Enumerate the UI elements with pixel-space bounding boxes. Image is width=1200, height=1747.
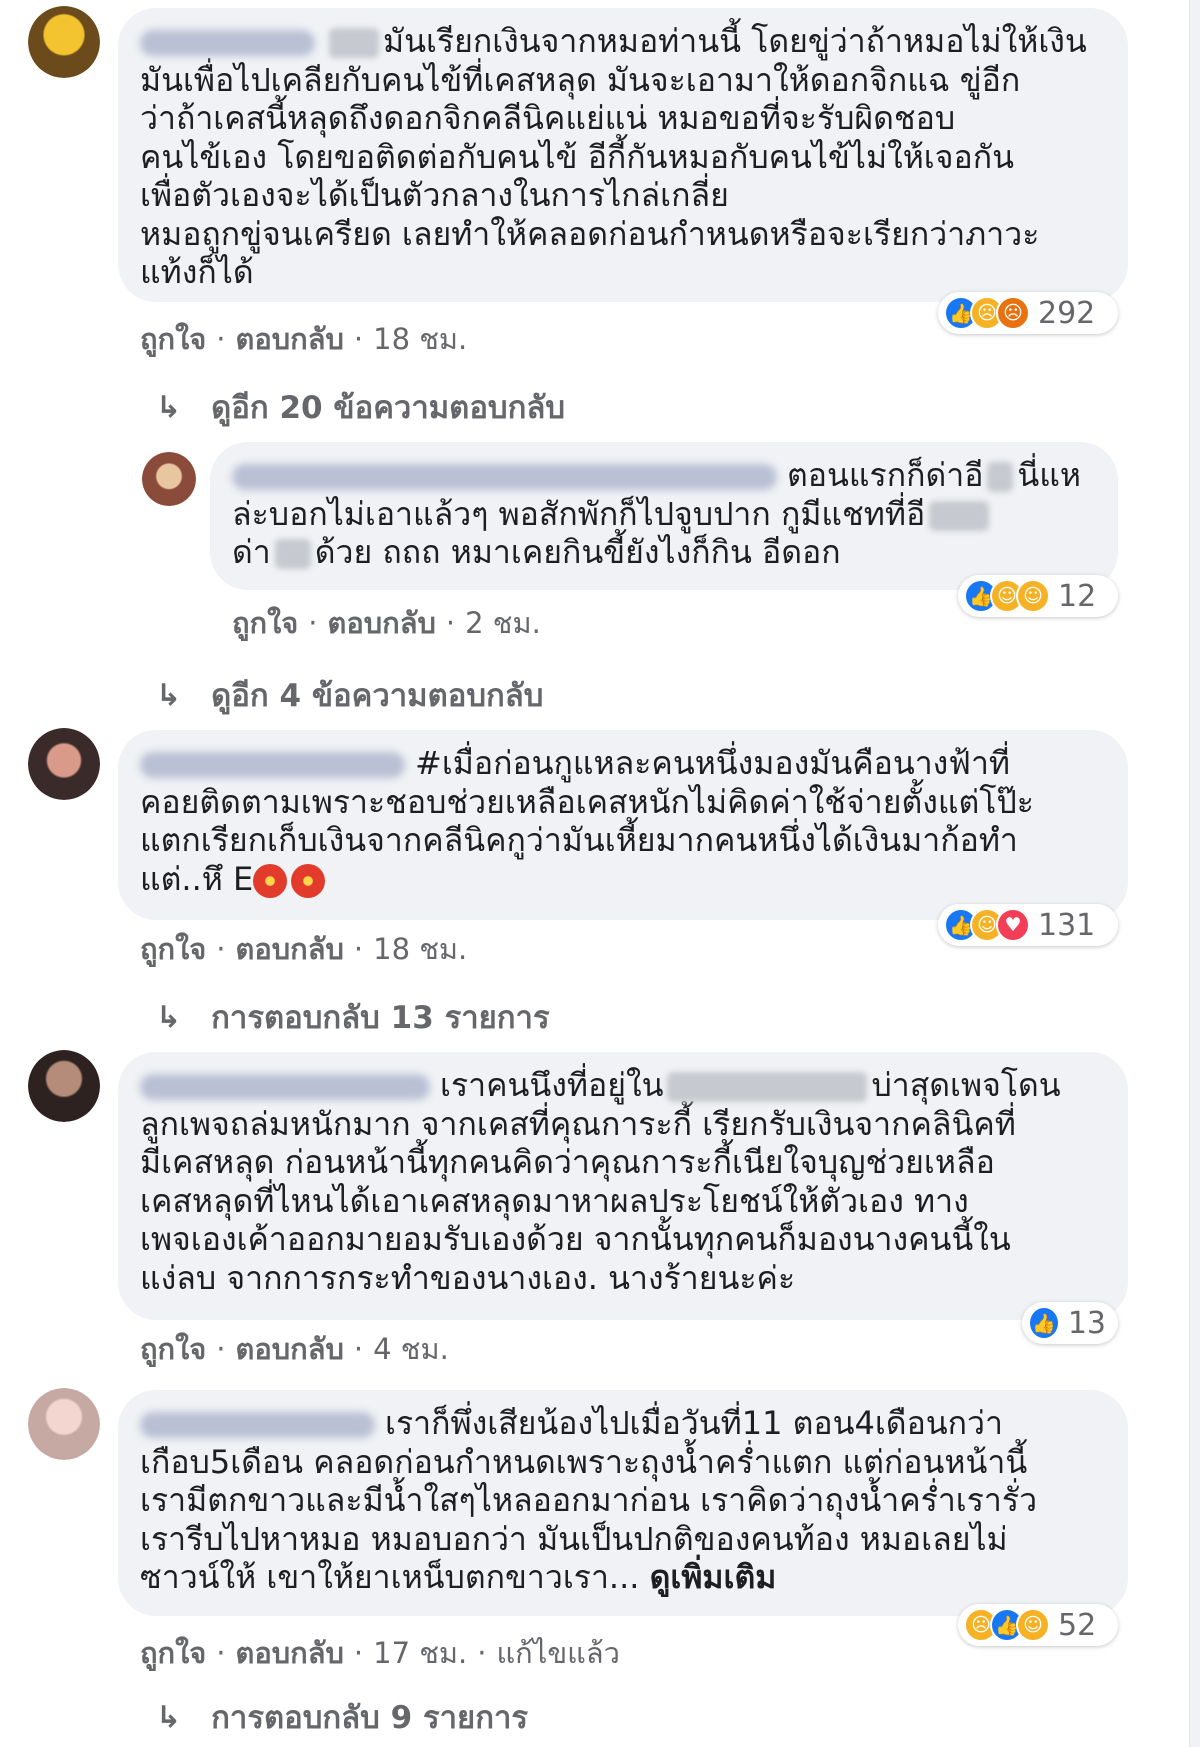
- reaction-summary[interactable]: ☹ 👍 ☺ 52: [958, 1604, 1118, 1646]
- reply-arrow-icon: ↳: [156, 389, 182, 425]
- reaction-summary[interactable]: 👍 13: [1022, 1302, 1118, 1344]
- wow-icon: ☺: [1016, 579, 1050, 613]
- comment-bubble: ตอนแรกก็ด่าอี นี่แห ล่ะบอกไม่เอาแล้วๆ พอส…: [210, 442, 1118, 590]
- like-button[interactable]: ถูกใจ: [140, 926, 206, 972]
- reaction-count: 131: [1038, 907, 1096, 943]
- avatar[interactable]: [28, 1388, 100, 1460]
- comment-text: ตอนแรกก็ด่าอี: [787, 456, 984, 494]
- reaction-count: 52: [1058, 1607, 1097, 1643]
- like-icon: 👍: [1028, 1306, 1060, 1340]
- angry-icon: ☹: [996, 296, 1030, 330]
- separator-dot: ·: [477, 1636, 487, 1670]
- redacted-text: [987, 462, 1014, 492]
- scrollbar-track[interactable]: [1189, 0, 1200, 1747]
- comment-bubble: มันเรียกเงินจากหมอท่านนี้ โดยขู่ว่าถ้าหม…: [118, 8, 1128, 302]
- reaction-count: 13: [1067, 1305, 1106, 1341]
- comment-actions: ถูกใจ · ตอบกลับ · 2 ชม.: [232, 600, 541, 646]
- commenter-name[interactable]: [140, 752, 405, 778]
- reply-button[interactable]: ตอบกลับ: [328, 600, 436, 646]
- comment-time[interactable]: 18 ชม.: [373, 926, 467, 972]
- replies-label: การตอบกลับ 13 รายการ: [211, 1000, 550, 1036]
- view-replies-link[interactable]: ↳ การตอบกลับ 9 รายการ: [156, 1692, 528, 1742]
- comment-text: ด้วย ถถถ หมาเคยกินขี้ยังไงก็กิน อีดอก: [314, 533, 841, 571]
- separator-dot: ·: [216, 932, 226, 966]
- comment-actions: ถูกใจ · ตอบกลับ · 18 ชม.: [140, 926, 467, 972]
- separator-dot: ·: [308, 606, 318, 640]
- hibiscus-icon: [253, 863, 288, 898]
- avatar[interactable]: [28, 1050, 100, 1122]
- reply-button[interactable]: ตอบกลับ: [236, 1630, 344, 1676]
- reaction-count: 292: [1038, 295, 1096, 331]
- view-replies-link[interactable]: ↳ ดูอีก 20 ข้อความตอบกลับ: [156, 382, 565, 432]
- love-icon: ♥: [996, 908, 1030, 942]
- reply-arrow-icon: ↳: [156, 677, 182, 713]
- commenter-name[interactable]: [140, 1074, 430, 1100]
- commenter-name[interactable]: [140, 1412, 375, 1438]
- commenter-name[interactable]: [232, 464, 777, 490]
- comment-text: เราคนนึงที่อยู่ใน: [440, 1066, 664, 1104]
- redacted-text: [329, 28, 379, 58]
- separator-dot: ·: [216, 1636, 226, 1670]
- reply-button[interactable]: ตอบกลับ: [236, 926, 344, 972]
- wow-icon: ☺: [1016, 1608, 1050, 1642]
- view-replies-link[interactable]: ↳ การตอบกลับ 13 รายการ: [156, 992, 550, 1042]
- reply-arrow-icon: ↳: [156, 999, 182, 1035]
- reply-button[interactable]: ตอบกลับ: [236, 316, 344, 362]
- separator-dot: ·: [353, 932, 364, 966]
- like-button[interactable]: ถูกใจ: [232, 600, 298, 646]
- separator-dot: ·: [353, 1332, 364, 1366]
- reaction-summary[interactable]: 👍 ☺ ☺ 12: [958, 575, 1118, 617]
- comment-actions: ถูกใจ · ตอบกลับ · 4 ชม.: [140, 1326, 449, 1372]
- replies-label: ดูอีก 20 ข้อความตอบกลับ: [211, 390, 566, 426]
- reaction-summary[interactable]: 👍 ☺ ♥ 131: [938, 904, 1118, 946]
- avatar[interactable]: [28, 6, 100, 78]
- comment-bubble: #เมื่อก่อนกูแหละคนหนึ่งมองมันคือนางฟ้าที…: [118, 730, 1128, 920]
- hibiscus-icon: [291, 863, 326, 898]
- like-button[interactable]: ถูกใจ: [140, 316, 206, 362]
- separator-dot: ·: [353, 322, 364, 356]
- like-button[interactable]: ถูกใจ: [140, 1630, 206, 1676]
- redacted-text: [274, 539, 311, 569]
- comment-bubble: เราก็พึ่งเสียน้องไปเมื่อวันที่11 ตอน4เดื…: [118, 1390, 1128, 1616]
- edited-label[interactable]: แก้ไขแล้ว: [496, 1630, 619, 1676]
- separator-dot: ·: [445, 606, 456, 640]
- commenter-name[interactable]: [140, 30, 315, 56]
- comment-text: มันเรียกเงินจากหมอท่านนี้ โดยขู่ว่าถ้าหม…: [140, 22, 1087, 291]
- comment-time[interactable]: 2 ชม.: [465, 600, 541, 646]
- comment-bubble: เราคนนึงที่อยู่ใน บ่าสุดเพจโดน ลูกเพจถล่ม…: [118, 1052, 1128, 1320]
- replies-label: ดูอีก 4 ข้อความตอบกลับ: [211, 678, 544, 714]
- redacted-text: [667, 1072, 868, 1102]
- comment-actions: ถูกใจ · ตอบกลับ · 17 ชม. · แก้ไขแล้ว: [140, 1630, 620, 1676]
- avatar[interactable]: [28, 728, 100, 800]
- like-button[interactable]: ถูกใจ: [140, 1326, 206, 1372]
- replies-label: การตอบกลับ 9 รายการ: [211, 1700, 529, 1736]
- comment-time[interactable]: 18 ชม.: [373, 316, 467, 362]
- see-more-link[interactable]: ดูเพิ่มเติม: [650, 1558, 777, 1596]
- separator-dot: ·: [353, 1636, 364, 1670]
- reply-arrow-icon: ↳: [156, 1699, 182, 1735]
- separator-dot: ·: [216, 1332, 226, 1366]
- reaction-count: 12: [1058, 578, 1097, 614]
- reaction-summary[interactable]: 👍 ☹ ☹ 292: [938, 292, 1118, 334]
- separator-dot: ·: [216, 322, 226, 356]
- avatar[interactable]: [142, 452, 196, 506]
- comment-time[interactable]: 4 ชม.: [373, 1326, 449, 1372]
- view-replies-link[interactable]: ↳ ดูอีก 4 ข้อความตอบกลับ: [156, 670, 543, 720]
- reply-button[interactable]: ตอบกลับ: [236, 1326, 344, 1372]
- comment-text: ด่า: [232, 533, 271, 571]
- redacted-text: [929, 500, 990, 531]
- comment-time[interactable]: 17 ชม.: [373, 1630, 467, 1676]
- comment-actions: ถูกใจ · ตอบกลับ · 18 ชม.: [140, 316, 467, 362]
